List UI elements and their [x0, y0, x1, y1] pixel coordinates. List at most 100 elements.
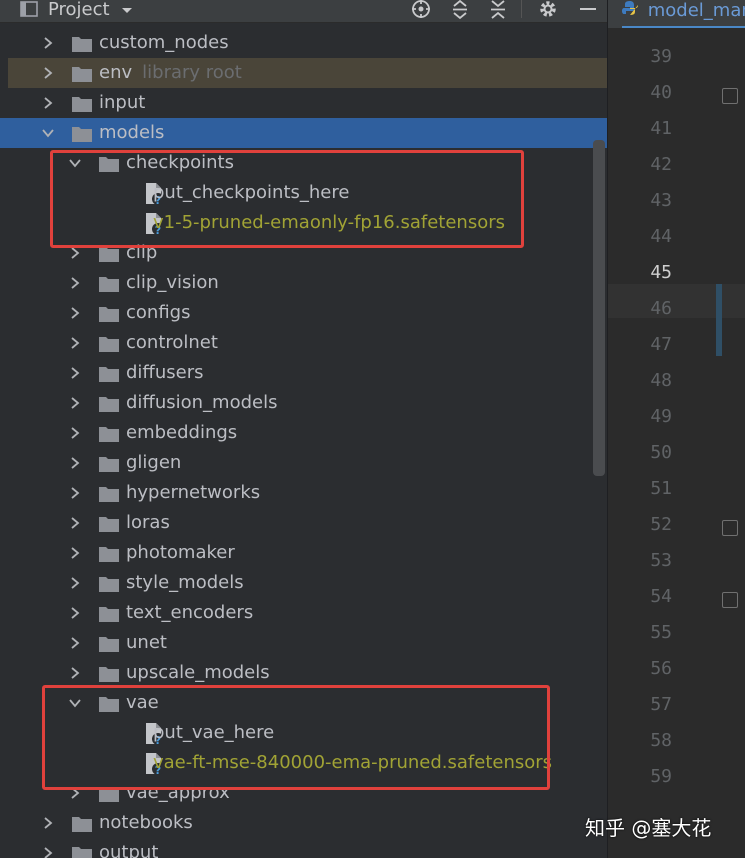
- settings-gear-icon[interactable]: [538, 0, 558, 20]
- editor-gutter: 39 40 41 42 43 44 45 46 47 48 49 50 51 52 53 54 55 56 57 58…: [608, 28, 745, 858]
- fold-marker-icon[interactable]: [722, 592, 738, 608]
- folder-icon: [71, 845, 93, 858]
- tree-folder-row[interactable]: embeddings: [0, 418, 607, 448]
- tree-folder-row[interactable]: loras: [0, 508, 607, 538]
- chevron-right-icon[interactable]: [69, 607, 81, 619]
- tree-folder-row[interactable]: style_models: [0, 568, 607, 598]
- line-number: 55: [650, 622, 672, 643]
- folder-icon: [98, 515, 120, 533]
- chevron-right-icon[interactable]: [69, 637, 81, 649]
- folder-icon: [98, 665, 120, 683]
- project-view-icon: [20, 0, 38, 20]
- tree-folder-row[interactable]: hypernetworks: [0, 478, 607, 508]
- chevron-right-icon[interactable]: [69, 577, 81, 589]
- project-toolbar: Project: [0, 0, 607, 23]
- tree-item-label: input: [99, 92, 146, 113]
- project-title[interactable]: Project: [48, 0, 110, 20]
- chevron-right-icon[interactable]: [42, 817, 54, 829]
- folder-icon: [98, 545, 120, 563]
- tree-folder-row[interactable]: diffusion_models: [0, 388, 607, 418]
- chevron-right-icon[interactable]: [42, 97, 54, 109]
- folder-icon: [71, 65, 93, 83]
- folder-icon: [98, 395, 120, 413]
- line-number: 46: [650, 298, 672, 319]
- chevron-right-icon[interactable]: [69, 277, 81, 289]
- chevron-right-icon[interactable]: [69, 337, 81, 349]
- tree-folder-row[interactable]: models: [0, 118, 607, 148]
- tree-folder-row[interactable]: gligen: [0, 448, 607, 478]
- tree-item-label: models: [99, 122, 165, 143]
- line-number: 40: [650, 82, 672, 103]
- tree-folder-row[interactable]: text_encoders: [0, 598, 607, 628]
- folder-icon: [71, 35, 93, 53]
- tree-folder-row[interactable]: notebooks: [0, 808, 607, 838]
- tree-item-label: text_encoders: [126, 602, 254, 623]
- collapse-all-icon[interactable]: [488, 0, 508, 20]
- line-number: 57: [650, 694, 672, 715]
- tree-folder-row[interactable]: input: [0, 88, 607, 118]
- folder-icon: [98, 305, 120, 323]
- chevron-right-icon[interactable]: [69, 307, 81, 319]
- tree-item-label: controlnet: [126, 332, 218, 353]
- line-number: 53: [650, 550, 672, 571]
- line-number: 50: [650, 442, 672, 463]
- change-marker: [716, 284, 722, 356]
- chevron-right-icon[interactable]: [42, 37, 54, 49]
- tree-scrollbar[interactable]: [593, 140, 605, 476]
- chevron-right-icon[interactable]: [69, 457, 81, 469]
- tree-item-label: diffusion_models: [126, 392, 278, 413]
- hide-icon[interactable]: [578, 0, 598, 20]
- tree-item-label: style_models: [126, 572, 244, 593]
- chevron-right-icon[interactable]: [69, 367, 81, 379]
- chevron-right-icon[interactable]: [69, 247, 81, 259]
- tree-item-label: embeddings: [126, 422, 238, 443]
- tree-item-label: clip_vision: [126, 272, 219, 293]
- tree-item-label: diffusers: [126, 362, 204, 383]
- line-number: 52: [650, 514, 672, 535]
- chevron-right-icon[interactable]: [69, 547, 81, 559]
- tree-item-label: output: [99, 842, 159, 858]
- tree-folder-row[interactable]: output: [0, 838, 607, 858]
- chevron-right-icon[interactable]: [69, 397, 81, 409]
- chevron-right-icon[interactable]: [42, 847, 54, 858]
- fold-marker-icon[interactable]: [722, 520, 738, 536]
- chevron-right-icon[interactable]: [69, 487, 81, 499]
- chevron-down-icon[interactable]: [42, 127, 54, 139]
- folder-icon: [71, 125, 93, 143]
- line-number: 45: [650, 262, 672, 283]
- tree-folder-row[interactable]: clip_vision: [0, 268, 607, 298]
- folder-icon: [98, 365, 120, 383]
- tree-folder-row[interactable]: configs: [0, 298, 607, 328]
- fold-marker-icon[interactable]: [722, 88, 738, 104]
- editor-tab-label: model_man: [647, 0, 745, 21]
- chevron-right-icon[interactable]: [69, 667, 81, 679]
- chevron-right-icon[interactable]: [69, 427, 81, 439]
- folder-icon: [98, 575, 120, 593]
- editor-tab[interactable]: model_man: [622, 0, 745, 28]
- line-number: 42: [650, 154, 672, 175]
- line-number: 43: [650, 190, 672, 211]
- chevron-right-icon[interactable]: [69, 517, 81, 529]
- line-number: 51: [650, 478, 672, 499]
- folder-icon: [98, 635, 120, 653]
- folder-icon: [71, 815, 93, 833]
- tree-folder-row[interactable]: unet: [0, 628, 607, 658]
- tree-folder-row[interactable]: upscale_models: [0, 658, 607, 688]
- locate-icon[interactable]: [410, 0, 432, 20]
- tree-folder-row[interactable]: env library root: [8, 58, 607, 88]
- expand-all-icon[interactable]: [450, 0, 470, 20]
- tree-item-label: photomaker: [126, 542, 235, 563]
- editor-tabbar: model_man: [608, 0, 745, 28]
- tree-folder-row[interactable]: controlnet: [0, 328, 607, 358]
- tree-folder-row[interactable]: photomaker: [0, 538, 607, 568]
- tree-folder-row[interactable]: custom_nodes: [0, 28, 607, 58]
- chevron-right-icon[interactable]: [42, 67, 54, 79]
- line-number: 49: [650, 406, 672, 427]
- line-number: 58: [650, 730, 672, 751]
- line-number: 39: [650, 46, 672, 67]
- dropdown-icon[interactable]: [120, 0, 134, 20]
- folder-icon: [98, 455, 120, 473]
- tree-folder-row[interactable]: diffusers: [0, 358, 607, 388]
- line-number: 41: [650, 118, 672, 139]
- tree-item-label: loras: [126, 512, 170, 533]
